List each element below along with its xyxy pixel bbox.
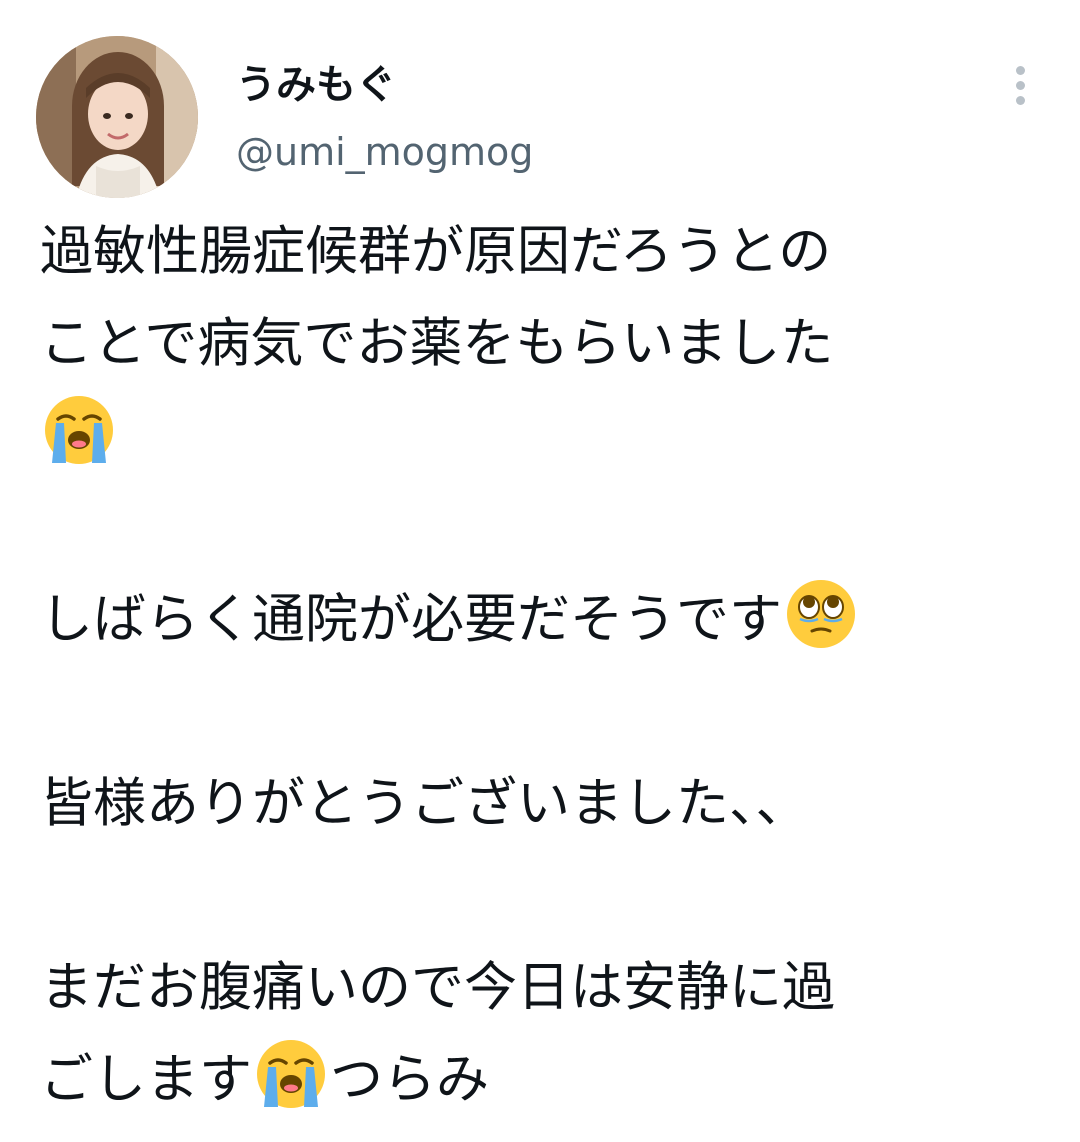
tweet-line: ごします つらみ	[40, 1034, 1050, 1126]
more-options-button[interactable]	[1000, 58, 1040, 112]
tweet-header: うみもぐ @umi_mogmog	[0, 0, 1080, 200]
tweet-line: まだお腹痛いので今日は安静に過	[40, 957, 835, 1018]
more-vertical-icon-dot	[1015, 95, 1025, 105]
face-holding-back-tears-emoji	[784, 577, 858, 651]
tweet-line-text: ごします	[40, 1049, 252, 1110]
tweet-text: 過敏性腸症候群が原因だろうとの ことで病気でお薬をもらいました しばらく通院が必…	[40, 206, 1050, 1126]
tweet-line: 皆様ありがとうございました、、	[40, 773, 809, 834]
user-handle[interactable]: @umi_mogmog	[236, 128, 533, 176]
tweet-line-text: つらみ	[330, 1049, 489, 1110]
tweet-line-text: しばらく通院が必要だそうです	[40, 589, 782, 650]
loudly-crying-face-emoji	[254, 1037, 328, 1111]
tweet-line: しばらく通院が必要だそうです	[40, 574, 1050, 666]
profile-photo-image	[36, 36, 198, 198]
display-name[interactable]: うみもぐ	[236, 60, 396, 110]
tweet-line: 過敏性腸症候群が原因だろうとの	[40, 221, 832, 282]
more-vertical-icon-dot	[1015, 80, 1025, 90]
more-vertical-icon	[1015, 65, 1025, 75]
tweet-line: ことで病気でお薬をもらいました	[40, 313, 834, 374]
tweet-line	[40, 390, 1050, 482]
loudly-crying-face-emoji	[42, 393, 116, 467]
avatar[interactable]	[36, 36, 198, 198]
